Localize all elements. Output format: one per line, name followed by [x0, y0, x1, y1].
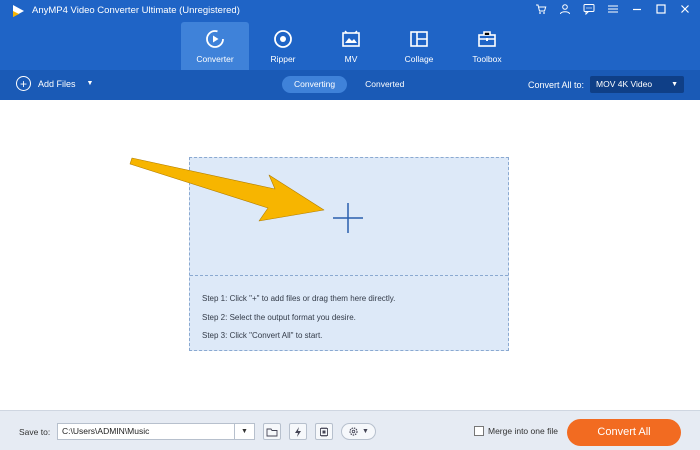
segment-tabs: Converting Converted [282, 76, 416, 93]
chevron-down-icon: ▼ [362, 428, 369, 435]
tab-collage[interactable]: Collage [385, 22, 453, 70]
add-files-button[interactable]: + Add Files ▼ [16, 76, 93, 91]
folder-icon [266, 428, 278, 436]
open-folder-button[interactable] [263, 423, 281, 440]
main-tabs: Converter Ripper MV Collage Toolbox [181, 22, 521, 70]
convert-all-to: Convert All to: MOV 4K Video ▼ [528, 76, 684, 93]
close-icon[interactable] [678, 2, 692, 16]
convert-all-button[interactable]: Convert All [567, 419, 681, 446]
convert-all-to-label: Convert All to: [527, 79, 584, 90]
tab-label: MV [344, 54, 358, 64]
gpu-chip-icon [320, 426, 328, 437]
converter-icon [206, 30, 224, 48]
output-format-select[interactable]: MOV 4K Video ▼ [590, 76, 684, 93]
add-files-label: Add Files [38, 78, 76, 89]
minimize-icon[interactable] [630, 2, 644, 16]
annotation-arrow [129, 157, 325, 222]
step-3: Step 3: Click "Convert All" to start. [202, 331, 323, 340]
lightning-icon [295, 426, 301, 437]
maximize-icon[interactable] [654, 2, 668, 16]
tab-label: Ripper [270, 54, 296, 64]
app-logo-icon [13, 5, 24, 17]
add-icon: + [16, 76, 31, 91]
collage-icon [410, 31, 428, 47]
hardware-acceleration-button[interactable] [289, 423, 307, 440]
account-icon[interactable] [558, 2, 572, 16]
chevron-down-icon: ▼ [671, 81, 678, 88]
tab-label: Collage [404, 54, 434, 64]
cart-icon[interactable] [534, 2, 548, 16]
tab-ripper[interactable]: Ripper [249, 22, 317, 70]
instructions: Step 1: Click "+" to add files or drag t… [202, 290, 395, 346]
title-bar: AnyMP4 Video Converter Ultimate (Unregis… [0, 0, 700, 70]
tab-converted[interactable]: Converted [353, 76, 416, 93]
add-file-plus-icon[interactable] [332, 202, 364, 234]
merge-option[interactable]: Merge into one file [474, 426, 558, 436]
save-path-field[interactable]: C:\Users\ADMIN\Music ▼ [57, 423, 255, 440]
tab-converter[interactable]: Converter [181, 22, 249, 70]
bottom-bar: Save to: C:\Users\ADMIN\Music ▼ ▼ Merge … [0, 410, 700, 450]
tab-mv[interactable]: MV [317, 22, 385, 70]
gear-icon [349, 427, 358, 436]
tab-label: Toolbox [472, 54, 502, 64]
chevron-down-icon[interactable]: ▼ [234, 424, 254, 439]
settings-button[interactable]: ▼ [341, 423, 376, 440]
ripper-icon [274, 30, 292, 48]
merge-checkbox[interactable] [474, 426, 484, 436]
feedback-icon[interactable] [582, 2, 596, 16]
output-format-value: MOV 4K Video [596, 79, 653, 89]
tab-converting[interactable]: Converting [282, 76, 348, 93]
save-path-value: C:\Users\ADMIN\Music [62, 426, 150, 436]
app-title: AnyMP4 Video Converter Ultimate (Unregis… [32, 5, 240, 16]
toolbox-icon [478, 31, 496, 47]
step-2: Step 2: Select the output format you des… [202, 312, 356, 322]
chevron-down-icon[interactable]: ▼ [87, 80, 94, 87]
menu-icon[interactable] [606, 2, 620, 16]
mv-icon [342, 30, 360, 47]
save-to-label: Save to: [19, 427, 51, 437]
tab-label: Converter [196, 54, 234, 64]
sub-toolbar: + Add Files ▼ Converting Converted Conve… [0, 70, 700, 100]
merge-label: Merge into one file [488, 426, 558, 436]
window-controls [534, 2, 692, 16]
gpu-acceleration-button[interactable] [315, 423, 333, 440]
step-1: Step 1: Click "+" to add files or drag t… [202, 294, 396, 303]
tab-toolbox[interactable]: Toolbox [453, 22, 521, 70]
